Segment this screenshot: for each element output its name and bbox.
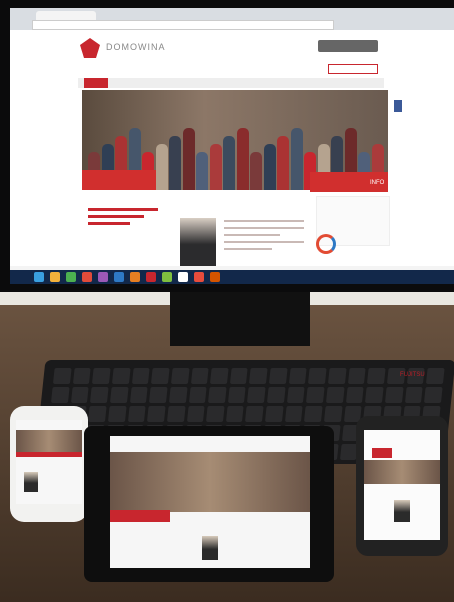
address-bar xyxy=(32,20,334,30)
photo: DOMOWINA INFO FUJITSU xyxy=(0,0,454,602)
portrait-photo xyxy=(180,218,216,266)
desktop-monitor: DOMOWINA INFO xyxy=(0,0,454,292)
tablet xyxy=(84,426,334,582)
news-column xyxy=(88,208,158,248)
ring-logo xyxy=(316,234,336,254)
search-input xyxy=(328,64,378,74)
header-button xyxy=(318,40,378,52)
smartphone-black xyxy=(356,416,448,556)
monitor-stand xyxy=(170,292,310,346)
site-brand: DOMOWINA xyxy=(106,42,166,52)
windows-taskbar xyxy=(10,270,454,284)
domowina-logo-icon xyxy=(80,38,100,58)
iphone-screen xyxy=(364,430,440,540)
phone-screen xyxy=(16,420,82,504)
site-logo: DOMOWINA xyxy=(80,38,170,60)
site-navigation xyxy=(78,78,384,88)
tablet-screen xyxy=(110,436,310,568)
article-text xyxy=(224,220,304,255)
info-label: INFO xyxy=(370,180,385,186)
keyboard-brand: FUJITSU xyxy=(400,372,425,378)
monitor-screen: DOMOWINA INFO xyxy=(10,8,454,278)
smartphone-white xyxy=(10,406,88,522)
hero-red-strip xyxy=(82,170,156,190)
facebook-icon xyxy=(394,100,402,112)
browser-toolbar xyxy=(10,8,454,31)
nav-home xyxy=(84,78,108,88)
